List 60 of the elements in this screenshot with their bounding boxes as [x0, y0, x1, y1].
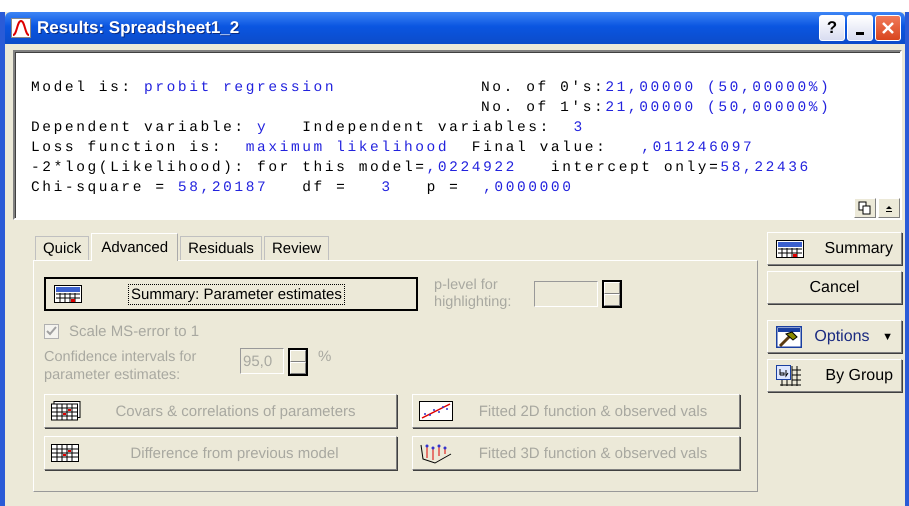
output-text: -2*log(Likelihood): for this model= [31, 159, 427, 178]
spinner[interactable] [602, 280, 622, 308]
tab[interactable]: Quick [35, 236, 90, 260]
output-text: 21,00000 (50,00000%) [605, 99, 832, 118]
side-button[interactable]: Summary [766, 232, 902, 265]
output-text: Independent variables: [301, 119, 552, 138]
scroll-up-button[interactable] [878, 198, 900, 218]
tab[interactable]: Advanced [91, 233, 178, 261]
window-title: Results: Spreadsheet1_2 [37, 18, 240, 38]
table-icon [51, 444, 79, 462]
summary-button[interactable]: Summary: Parameter estimates [44, 277, 418, 311]
output-text: Loss function is: [31, 139, 224, 158]
scatter-plot-icon [419, 401, 453, 421]
bell-curve-icon [11, 18, 31, 38]
minimize-button[interactable] [847, 15, 873, 41]
output-text: df = [301, 179, 348, 198]
tab[interactable]: Residuals [180, 236, 262, 260]
summary-table-icon [54, 285, 82, 303]
output-text: No. of 0's: [481, 79, 606, 98]
scroll-top-icon [884, 203, 894, 213]
output-text: ,0224922 [426, 159, 517, 178]
output-text: p = [426, 179, 462, 198]
output-text: ,0000000 [483, 179, 574, 198]
caret-icon: ▼ [882, 330, 893, 342]
output-text: No. of 1's: [481, 99, 606, 118]
checkbox-label: Scale MS-error to 1 [69, 323, 200, 340]
side-button[interactable]: Options ▼ [766, 320, 902, 353]
table-icon [51, 401, 81, 421]
output-text: 3 [573, 119, 585, 138]
output-text: Final value: [470, 139, 608, 158]
output-text: 3 [381, 179, 393, 198]
side-button[interactable]: By Group [766, 359, 902, 392]
minimize-icon [856, 32, 864, 34]
output-text: 58,20187 [178, 179, 268, 198]
side-button[interactable]: Cancel [766, 271, 902, 304]
p-level-label: p-level for highlighting: [434, 277, 512, 311]
grouped-table-icon [776, 364, 802, 386]
output-text: intercept only= [550, 159, 720, 178]
tab[interactable]: Review [264, 236, 330, 260]
output-text: maximum likelihood [246, 139, 450, 158]
close-button[interactable] [875, 15, 901, 41]
percent-unit: % [318, 348, 332, 365]
output-text: Chi-square = [31, 179, 168, 198]
copy-button[interactable] [854, 198, 876, 218]
close-icon [881, 21, 895, 35]
output-text: 21,00000 (50,00000%) [605, 79, 832, 98]
p-level-field[interactable] [534, 281, 598, 307]
confidence-label: Confidence intervals for parameter estimates: [44, 348, 198, 384]
output-text: probit regression [144, 79, 336, 98]
summary-table-icon [776, 240, 804, 258]
output-text: y [257, 119, 268, 138]
hammer-icon [776, 326, 802, 348]
output-text: 58,22436 [720, 159, 811, 178]
surface-plot-icon [419, 442, 453, 464]
spinner[interactable] [288, 348, 308, 376]
copy-icon [858, 201, 872, 215]
help-button[interactable]: ? [819, 15, 845, 41]
output-text: ,011246097 [641, 139, 754, 158]
output-text: Dependent variable: [31, 119, 247, 138]
output-text: Model is: [31, 79, 134, 98]
